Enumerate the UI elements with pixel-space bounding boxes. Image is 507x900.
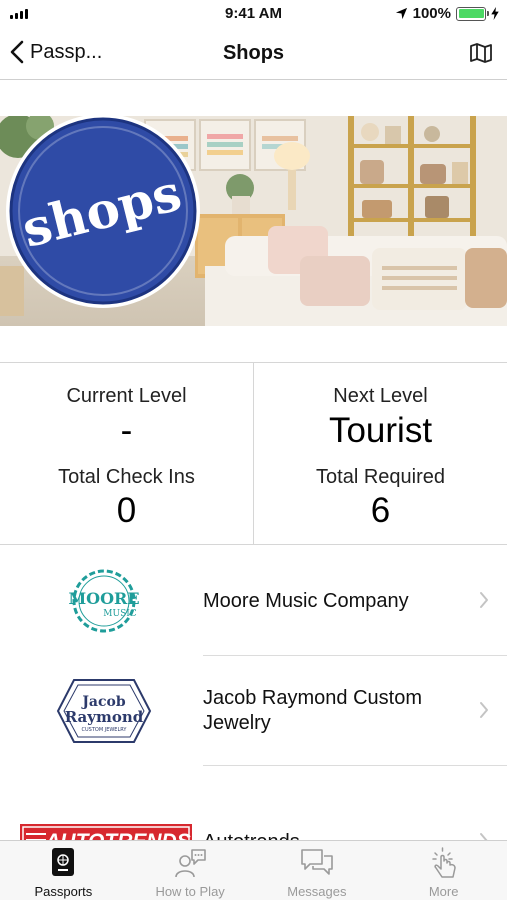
shops-banner: shops <box>0 116 507 326</box>
svg-text:MUSIC: MUSIC <box>103 609 137 619</box>
svg-text:CUSTOM JEWELRY: CUSTOM JEWELRY <box>82 727 128 733</box>
banner-illustration: shops <box>0 116 507 326</box>
level-stats: Current Level - Total Check Ins 0 Next L… <box>0 363 507 545</box>
help-chat-icon <box>175 849 206 878</box>
tab-passports[interactable]: Passports <box>0 841 127 900</box>
charging-bolt-icon <box>491 7 499 20</box>
chevron-left-icon <box>10 40 24 64</box>
tab-more[interactable]: More <box>380 841 507 900</box>
next-level-label: Next Level <box>333 385 428 407</box>
nav-bar: Passp... Shops <box>0 30 507 80</box>
current-level-column: Current Level - Total Check Ins 0 <box>0 363 253 544</box>
battery-icon <box>456 6 489 21</box>
total-checkins-value: 0 <box>116 491 137 530</box>
tab-bar: Passports How to Play Messages More <box>0 840 507 900</box>
chevron-right-icon <box>480 592 488 608</box>
total-checkins-label: Total Check Ins <box>58 466 195 488</box>
messages-icon <box>301 849 333 875</box>
shop-row-moore-music[interactable]: MOORE MUSIC Moore Music Company <box>0 546 507 656</box>
next-level-value: Tourist <box>328 411 433 450</box>
tab-how-to-play[interactable]: How to Play <box>127 841 254 900</box>
battery-percent: 100% <box>412 5 451 22</box>
tab-label: More <box>428 884 459 899</box>
tab-label: Messages <box>287 884 347 899</box>
jacob-raymond-logo: Jacob Raymond CUSTOM JEWELRY <box>14 656 194 766</box>
shop-list: MOORE MUSIC Moore Music Company Jacob Ra… <box>0 546 507 876</box>
current-level-value: - <box>120 411 133 450</box>
tab-label: Passports <box>34 884 93 899</box>
shop-name: Jacob Raymond Custom Jewelry <box>203 687 422 734</box>
total-required-label: Total Required <box>316 466 445 488</box>
battery-fill <box>458 9 484 18</box>
current-level-label: Current Level <box>66 385 187 407</box>
back-button[interactable]: Passp... <box>10 40 102 64</box>
status-right: 100% <box>395 5 499 22</box>
moore-music-logo: MOORE MUSIC <box>14 546 194 656</box>
map-icon <box>470 43 492 63</box>
svg-text:MOORE: MOORE <box>68 589 139 608</box>
back-label: Passp... <box>30 40 103 63</box>
svg-text:Raymond: Raymond <box>65 708 144 726</box>
status-bar: 9:41 AM 100% <box>0 0 507 30</box>
location-arrow-icon <box>395 7 407 20</box>
map-button[interactable] <box>469 42 493 69</box>
next-level-column: Next Level Tourist Total Required 6 <box>253 363 507 544</box>
chevron-right-icon <box>480 702 488 718</box>
tap-hand-icon <box>431 847 456 878</box>
shop-name: Moore Music Company <box>203 590 409 612</box>
tab-messages[interactable]: Messages <box>254 841 381 900</box>
shop-row-jacob-raymond[interactable]: Jacob Raymond CUSTOM JEWELRY Jacob Raymo… <box>0 656 507 766</box>
total-required-value: 6 <box>370 491 391 530</box>
passport-icon <box>52 848 75 876</box>
tab-label: How to Play <box>155 884 225 899</box>
